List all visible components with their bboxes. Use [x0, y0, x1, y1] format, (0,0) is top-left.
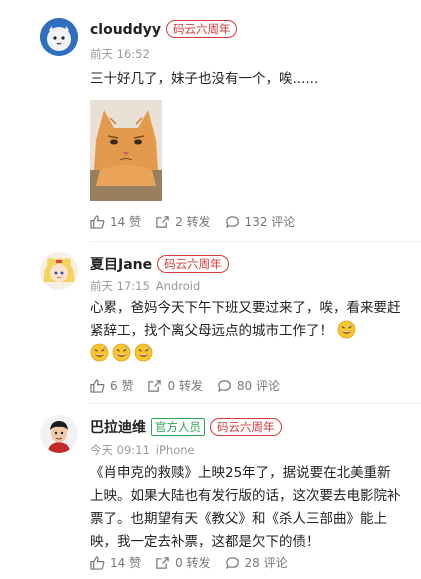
divider: [90, 241, 421, 242]
comment-icon: [225, 556, 239, 569]
official-badge[interactable]: 官方人员: [151, 418, 205, 436]
cat-photo: [90, 100, 162, 201]
post-image[interactable]: [90, 100, 162, 201]
comment-count: 132 评论: [244, 215, 296, 229]
like-button[interactable]: 14 赞: [90, 554, 141, 571]
thumb-up-icon: [90, 378, 105, 393]
divider: [90, 403, 421, 404]
share-icon: [148, 379, 162, 392]
repost-count: 0 转发: [167, 379, 203, 393]
like-button[interactable]: 14 赞: [90, 213, 141, 230]
like-count: 14 赞: [110, 215, 142, 229]
post-time: 前天 16:52: [90, 47, 150, 61]
repost-button[interactable]: 0 转发: [155, 554, 211, 571]
repost-button[interactable]: 2 转发: [155, 213, 211, 230]
sweat-emoji-icon: [337, 320, 356, 339]
share-icon: [156, 556, 169, 569]
username[interactable]: clouddyy: [90, 22, 161, 38]
username-row: 巴拉迪维 官方人员 码云六周年: [90, 417, 282, 437]
avatar-image: [40, 415, 78, 453]
post-meta: 今天 09:11 iPhone: [90, 442, 195, 458]
post-meta: 前天 16:52: [90, 46, 150, 62]
share-icon: [156, 215, 169, 228]
post-time: 今天 09:11: [90, 443, 150, 457]
username-row: clouddyy 码云六周年: [90, 20, 238, 38]
thumb-up-icon: [90, 214, 105, 229]
thumb-up-icon: [90, 555, 105, 570]
username-row: 夏目Jane 码云六周年: [90, 254, 229, 274]
avatar-image: [40, 18, 78, 56]
post-device: iPhone: [155, 443, 195, 457]
comment-button[interactable]: 132 评论: [225, 213, 296, 230]
post-text: 三十好几了，妹子也没有一个，唉......: [90, 71, 319, 87]
post-text-block: 心累，爸妈今天下午下班又要过来了，唉，看来要赶紧辞工，找个离父母远点的城市工作了…: [90, 297, 402, 366]
anniversary-badge[interactable]: 码云六周年: [157, 255, 229, 273]
repost-count: 2 转发: [175, 215, 211, 229]
avatar[interactable]: [40, 18, 78, 56]
avatar-image: [40, 252, 78, 290]
repost-count: 0 转发: [175, 556, 211, 570]
comment-button[interactable]: 28 评论: [225, 554, 288, 571]
post-device: Android: [155, 279, 201, 293]
comment-count: 28 评论: [244, 556, 288, 570]
post-time: 前天 17:15: [90, 279, 150, 293]
anniversary-badge[interactable]: 码云六周年: [210, 418, 282, 436]
comment-count: 80 评论: [236, 379, 280, 393]
comment-icon: [218, 379, 231, 392]
like-button[interactable]: 6 赞: [90, 377, 133, 394]
username[interactable]: 夏目Jane: [90, 257, 152, 273]
avatar[interactable]: [40, 415, 78, 453]
post-meta: 前天 17:15 Android: [90, 278, 200, 294]
like-count: 6 赞: [110, 379, 134, 393]
post-actions: 14 赞 2 转发 132 评论: [90, 213, 309, 230]
sweat-emoji-icon: [134, 343, 153, 362]
post-actions: 14 赞 0 转发 28 评论: [90, 554, 302, 571]
repost-button[interactable]: 0 转发: [147, 377, 203, 394]
comment-button[interactable]: 80 评论: [217, 377, 280, 394]
anniversary-badge[interactable]: 码云六周年: [165, 20, 238, 38]
post-actions: 6 赞 0 转发 80 评论: [90, 377, 294, 394]
sweat-emoji-icon: [90, 343, 109, 362]
like-count: 14 赞: [110, 556, 142, 570]
comment-icon: [225, 215, 239, 228]
avatar[interactable]: [40, 252, 78, 290]
username[interactable]: 巴拉迪维: [90, 420, 146, 436]
post-text: 《肖申克的救赎》上映25年了，据说要在北美重新上映。如果大陆也有发行版的话，这次…: [90, 465, 401, 550]
sweat-emoji-icon: [112, 343, 131, 362]
